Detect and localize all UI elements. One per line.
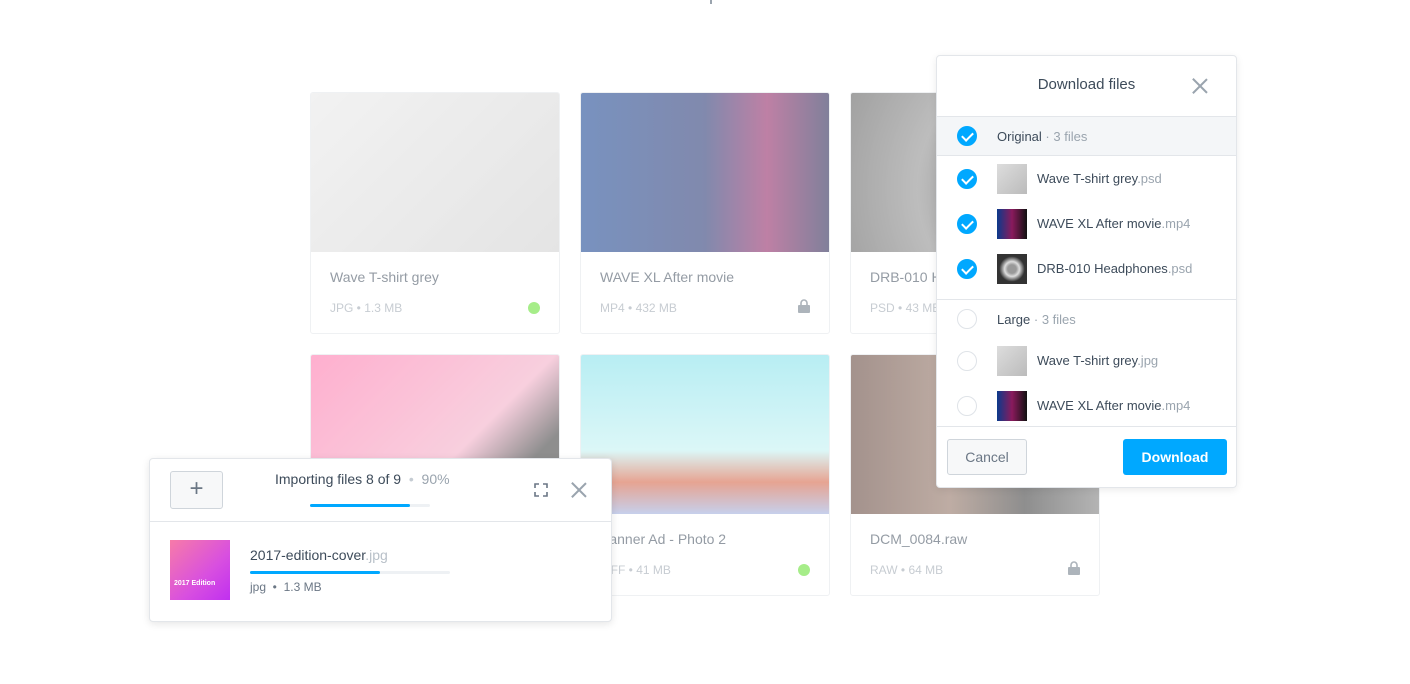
file-row[interactable]: Wave T-shirt grey.psd xyxy=(937,156,1236,201)
file-thumbnail xyxy=(997,390,1027,421)
close-icon[interactable] xyxy=(571,482,587,498)
file-row[interactable]: WAVE XL After movie.mp4 xyxy=(937,383,1236,426)
card-title: Wave T-shirt grey xyxy=(330,269,439,285)
file-thumbnail xyxy=(997,163,1027,194)
checkbox[interactable] xyxy=(957,395,977,416)
group-count: · 3 files xyxy=(1045,128,1088,144)
file-thumbnail xyxy=(997,208,1027,239)
status-dot xyxy=(528,302,540,314)
file-card[interactable]: Banner Ad - Photo 2 TIFF • 41 MB xyxy=(580,354,830,596)
file-meta: jpg • 1.3 MB xyxy=(250,580,322,594)
top-marker xyxy=(710,0,712,4)
file-list[interactable]: Original · 3 files Wave T-shirt grey.psd… xyxy=(937,117,1236,427)
card-meta: RAW • 64 MB xyxy=(870,563,944,577)
file-thumbnail xyxy=(997,253,1027,284)
card-thumbnail xyxy=(581,355,829,514)
card-title: DCM_0084.raw xyxy=(870,531,968,547)
import-status: Importing files 8 of 9 • 90% xyxy=(275,471,450,487)
cancel-button[interactable]: Cancel xyxy=(947,439,1027,475)
close-icon[interactable] xyxy=(1192,78,1208,94)
download-button[interactable]: Download xyxy=(1123,439,1227,475)
card-thumbnail xyxy=(581,93,829,252)
file-card[interactable]: Wave T-shirt grey JPG • 1.3 MB xyxy=(310,92,560,334)
card-title: Banner Ad - Photo 2 xyxy=(600,531,727,547)
card-meta: JPG • 1.3 MB xyxy=(330,301,403,315)
checkbox[interactable] xyxy=(957,126,977,146)
download-files-dialog: Download files Original · 3 files Wave T… xyxy=(936,55,1237,488)
expand-icon[interactable] xyxy=(534,483,548,497)
file-row[interactable]: WAVE XL After movie.mp4 xyxy=(937,201,1236,246)
checkbox[interactable] xyxy=(957,309,977,329)
checkbox[interactable] xyxy=(957,213,977,234)
file-row[interactable]: DRB-010 Headphones.psd xyxy=(937,246,1236,291)
group-label: Original xyxy=(997,128,1042,144)
import-panel: + Importing files 8 of 9 • 90% 2017 Edit… xyxy=(149,458,612,622)
checkbox[interactable] xyxy=(957,168,977,189)
checkbox[interactable] xyxy=(957,350,977,371)
group-original[interactable]: Original · 3 files xyxy=(937,117,1236,156)
file-progress-bar xyxy=(250,571,450,574)
group-large[interactable]: Large · 3 files xyxy=(937,300,1236,338)
checkbox[interactable] xyxy=(957,258,977,279)
card-meta: MP4 • 432 MB xyxy=(600,301,677,315)
card-thumbnail xyxy=(311,93,559,252)
add-button[interactable]: + xyxy=(170,471,223,509)
file-thumbnail: 2017 Edition xyxy=(170,540,230,600)
group-label: Large xyxy=(997,311,1031,327)
lock-icon xyxy=(798,299,810,313)
group-count: · 3 files xyxy=(1033,311,1076,327)
file-name: 2017-edition-cover.jpg xyxy=(250,547,388,563)
file-row[interactable]: Wave T-shirt grey.jpg xyxy=(937,338,1236,383)
card-title: WAVE XL After movie xyxy=(600,269,735,285)
file-thumbnail xyxy=(997,345,1027,376)
lock-icon xyxy=(1068,561,1080,575)
import-progress-bar xyxy=(310,504,430,507)
file-card[interactable]: WAVE XL After movie MP4 • 432 MB xyxy=(580,92,830,334)
status-dot xyxy=(798,564,810,576)
card-meta: PSD • 43 MB xyxy=(870,301,941,315)
